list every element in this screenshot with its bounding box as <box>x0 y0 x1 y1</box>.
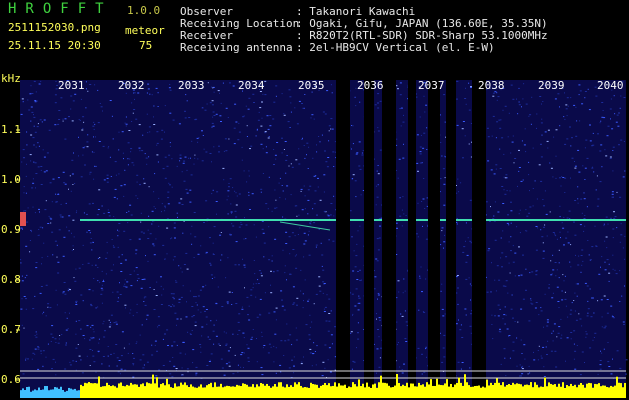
y-tick-label: 0.6 <box>1 373 21 386</box>
y-tick-label: 0.8 <box>1 273 21 286</box>
plot-background <box>20 80 626 398</box>
data-gap <box>428 80 440 398</box>
x-tick-label: 2037 <box>418 79 445 92</box>
y-tick-label: 0.9 <box>1 223 21 236</box>
x-tick-label: 2040 <box>597 79 624 92</box>
x-tick-label: 2035 <box>298 79 325 92</box>
y-axis-unit: kHz <box>1 72 21 85</box>
x-tick-label: 2034 <box>238 79 265 92</box>
info-antenna-value: : 2el-HB9CV Vertical (el. E-W) <box>296 41 495 54</box>
data-gap <box>408 80 416 398</box>
x-tick-label: 2032 <box>118 79 145 92</box>
x-tick-label: 2036 <box>357 79 384 92</box>
x-tick-label: 2031 <box>58 79 85 92</box>
app-title: HROFFT <box>8 1 113 17</box>
info-antenna-label: Receiving antenna <box>180 41 293 54</box>
data-gap <box>336 80 350 398</box>
data-gap <box>446 80 456 398</box>
meteor-label: meteor <box>125 24 165 37</box>
y-tick-label: 1.1 <box>1 123 21 136</box>
data-gap <box>364 80 374 398</box>
data-gap <box>472 80 486 398</box>
x-tick-label: 2038 <box>478 79 505 92</box>
datetime-label: 25.11.15 20:30 <box>8 39 101 52</box>
x-tick-label: 2039 <box>538 79 565 92</box>
spectrogram <box>16 80 628 398</box>
y-tick-label: 1.0 <box>1 173 21 186</box>
carrier-burst <box>20 212 26 226</box>
app-version: 1.0.0 <box>127 4 161 17</box>
data-gap <box>382 80 396 398</box>
meteor-count: 75 <box>139 39 153 52</box>
y-tick-label: 0.7 <box>1 323 21 336</box>
x-tick-label: 2033 <box>178 79 205 92</box>
filename-label: 2511152030.png <box>8 21 101 34</box>
